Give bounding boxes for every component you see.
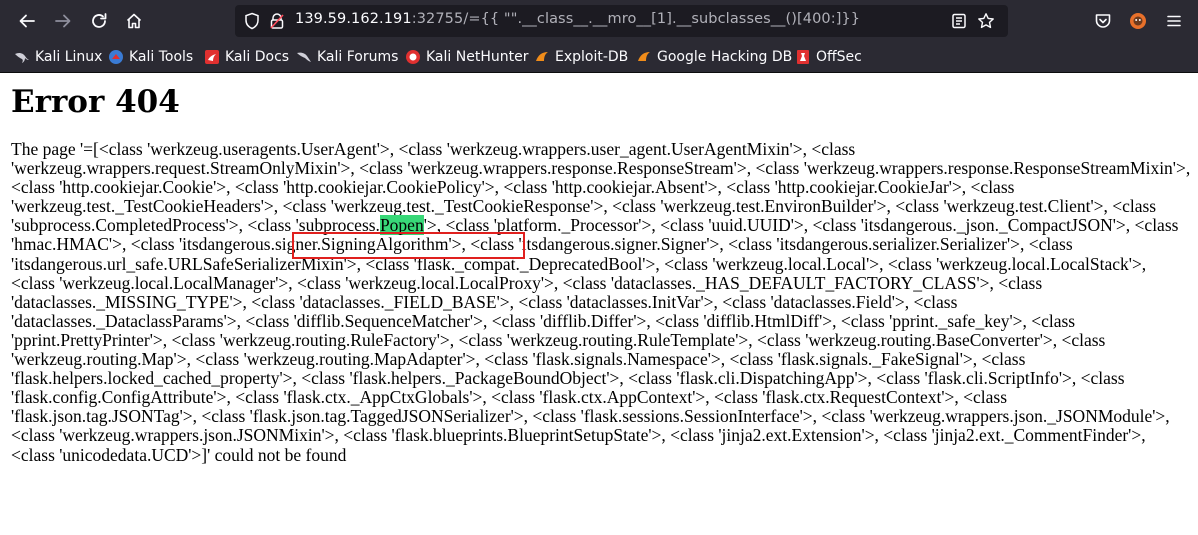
arrow-right-icon [55, 14, 71, 28]
exploit-db-icon [534, 49, 550, 65]
highlighted-match: Popen [379, 215, 424, 236]
url-path: :32755/={{ "".__class__.__mro__[1].__sub… [411, 11, 861, 27]
bookmark-label: OffSec [816, 49, 862, 65]
kali-docs-icon [204, 49, 220, 65]
back-button[interactable] [13, 7, 41, 35]
bookmark-star-icon[interactable] [977, 12, 995, 30]
bookmark-kali-forums[interactable]: Kali Forums [296, 48, 398, 66]
bookmark-kali-nethunter[interactable]: Kali NetHunter [405, 48, 528, 66]
bookmark-label: Exploit-DB [555, 49, 629, 65]
pocket-button[interactable] [1089, 7, 1117, 35]
nethunter-icon [405, 49, 421, 65]
home-icon [126, 13, 142, 29]
bookmark-label: Kali Tools [129, 49, 194, 65]
page-content: Error 404 The page '=[<class 'werkzeug.u… [11, 72, 1191, 465]
kali-tools-icon [108, 49, 124, 65]
reload-button[interactable] [85, 7, 113, 35]
bookmark-label: Kali Forums [317, 49, 399, 65]
connection-info-icon[interactable] [268, 12, 286, 30]
kali-dragon-icon [14, 49, 30, 65]
extension-button[interactable] [1124, 7, 1152, 35]
hamburger-menu-icon [1167, 15, 1181, 27]
shield-icon[interactable] [243, 12, 261, 30]
home-button[interactable] [120, 7, 148, 35]
bookmark-label: Kali Docs [225, 49, 290, 65]
url-bar[interactable]: 139.59.162.191:32755/={{ "".__class__.__… [235, 5, 1008, 37]
offsec-icon [795, 49, 811, 65]
reload-icon [92, 13, 107, 28]
url-text[interactable]: 139.59.162.191:32755/={{ "".__class__.__… [295, 11, 860, 27]
pocket-icon [1095, 14, 1111, 28]
kali-forums-icon [296, 49, 312, 65]
error-text-after: '>, <class 'platform._Processor'>, <clas… [11, 215, 1179, 465]
bookmark-label: Kali Linux [35, 49, 103, 65]
arrow-left-icon [19, 14, 35, 28]
extension-icon [1130, 13, 1146, 29]
url-host: 139.59.162.191 [295, 11, 412, 27]
browser-toolbar: 139.59.162.191:32755/={{ "".__class__.__… [0, 0, 1198, 42]
bookmark-label: Kali NetHunter [426, 49, 529, 65]
bookmark-kali-docs[interactable]: Kali Docs [204, 48, 289, 66]
menu-button[interactable] [1160, 7, 1188, 35]
error-message: The page '=[<class 'werkzeug.useragents.… [11, 139, 1191, 465]
forward-button[interactable] [49, 7, 77, 35]
bookmark-google-hacking-db[interactable]: Google Hacking DB [636, 48, 792, 66]
bookmark-kali-tools[interactable]: Kali Tools [108, 48, 193, 66]
bookmark-label: Google Hacking DB [657, 49, 793, 65]
bookmark-exploit-db[interactable]: Exploit-DB [534, 48, 628, 66]
bookmark-kali-linux[interactable]: Kali Linux [14, 48, 102, 66]
page-title: Error 404 [11, 84, 180, 120]
bookmark-offsec[interactable]: OffSec [795, 48, 862, 66]
ghdb-icon [636, 49, 652, 65]
reader-view-icon[interactable] [950, 12, 968, 30]
bookmarks-toolbar: Kali Linux Kali Tools Kali Docs Kali For… [0, 42, 1198, 73]
